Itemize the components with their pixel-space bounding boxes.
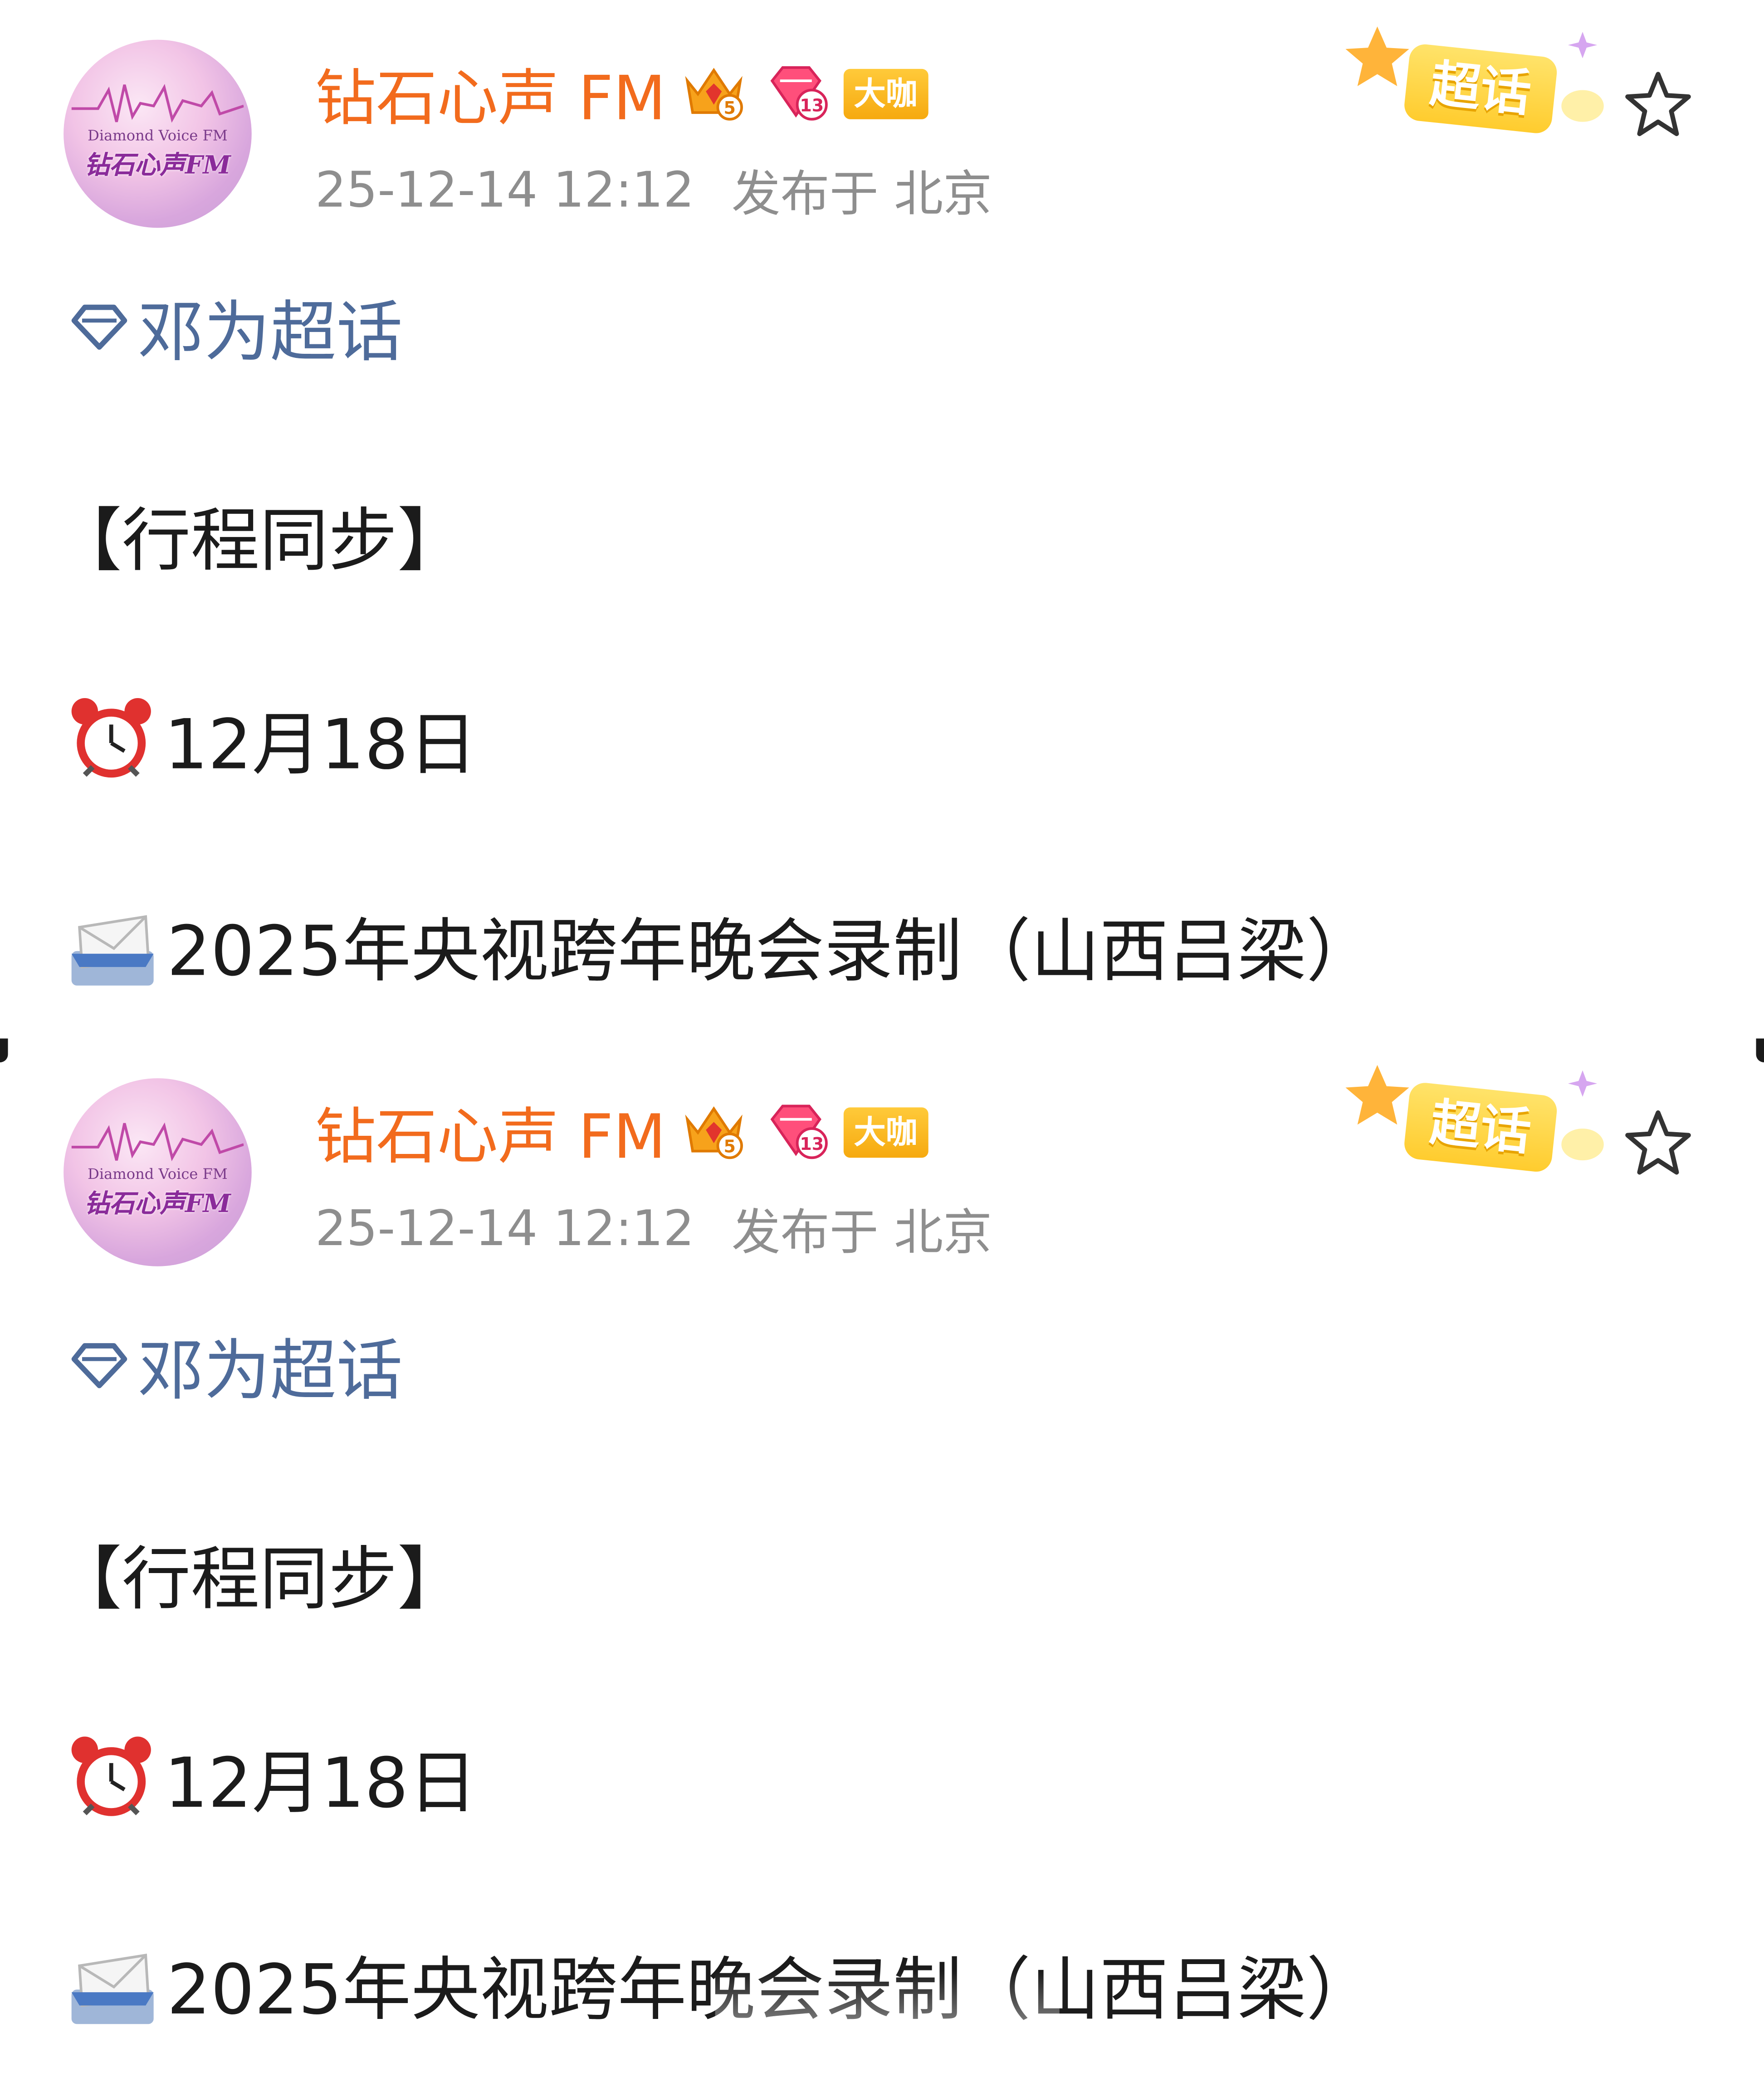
- diamond-badge-icon[interactable]: 13: [761, 57, 830, 132]
- role-badge: 大咖: [843, 1107, 928, 1158]
- post-meta: 25-12-14 12:12 发布于 北京: [315, 1195, 992, 1261]
- username[interactable]: 钻石心声 FM: [315, 1089, 666, 1176]
- avatar-caption: Diamond Voice FM: [88, 1165, 228, 1183]
- post-timestamp: 25-12-14 12:12: [315, 161, 694, 218]
- star-outline-icon[interactable]: [1618, 66, 1698, 146]
- crown-level: 5: [723, 1137, 735, 1157]
- post-heading: 【行程同步】: [53, 501, 466, 581]
- topic-label: 邓为超话: [137, 294, 403, 371]
- diamond-level: 13: [800, 1134, 824, 1154]
- avatar-logo-text: 钻石心声FM: [84, 151, 231, 181]
- diamond-badge-icon[interactable]: 13: [761, 1095, 830, 1170]
- post-date-line: 12月18日: [66, 691, 478, 785]
- star-outline-icon[interactable]: [1618, 1105, 1698, 1184]
- post-date: 12月18日: [164, 1744, 478, 1823]
- scroll-fade: [715, 1971, 1060, 2077]
- username[interactable]: 钻石心声 FM: [315, 50, 666, 138]
- waveform-icon: [71, 83, 244, 123]
- avatar-logo-text: 钻石心声FM: [84, 1189, 231, 1219]
- topic-label: 邓为超话: [137, 1332, 403, 1410]
- post-date: 12月18日: [164, 705, 478, 785]
- crown-icon[interactable]: 5: [679, 1095, 748, 1170]
- post-card: Diamond Voice FM 钻石心声FM 钻石心声 FM 5 13 大咖 …: [0, 0, 1764, 1039]
- crown-level: 5: [723, 98, 735, 118]
- avatar[interactable]: Diamond Voice FM 钻石心声FM: [64, 1078, 252, 1266]
- author-row: 钻石心声 FM 5 13 大咖: [315, 1091, 928, 1173]
- crown-icon[interactable]: 5: [679, 57, 748, 132]
- post-event: 2025年央视跨年晚会录制（山西吕梁）: [166, 912, 1375, 992]
- diamond-outline-icon: [71, 304, 127, 350]
- avatar[interactable]: Diamond Voice FM 钻石心声FM: [64, 39, 252, 228]
- topic-link[interactable]: 邓为超话: [66, 281, 403, 373]
- incoming-envelope-icon: [71, 915, 154, 986]
- screenshot-stage: Diamond Voice FM 钻石心声FM 钻石心声 FM 5 13 大咖 …: [0, 0, 1764, 2077]
- waveform-icon: [71, 1122, 244, 1162]
- post-timestamp: 25-12-14 12:12: [315, 1199, 694, 1256]
- divider-corner: [1756, 1038, 1764, 1063]
- post-event-line: 2025年央视跨年晚会录制（山西吕梁）: [66, 898, 1375, 992]
- diamond-level: 13: [800, 95, 824, 115]
- divider-corner: [0, 1038, 8, 1063]
- avatar-caption: Diamond Voice FM: [88, 127, 228, 145]
- post-card: Diamond Voice FM 钻石心声FM 钻石心声 FM 5 13 大咖 …: [0, 1038, 1764, 2077]
- alarm-clock-icon: [71, 1736, 151, 1816]
- post-location: 发布于 北京: [731, 166, 992, 223]
- topic-link[interactable]: 邓为超话: [66, 1320, 403, 1412]
- incoming-envelope-icon: [71, 1953, 154, 2024]
- alarm-clock-icon: [71, 698, 151, 778]
- post-meta: 25-12-14 12:12 发布于 北京: [315, 156, 992, 223]
- post-date-line: 12月18日: [66, 1730, 477, 1823]
- author-row: 钻石心声 FM 5 13 大咖: [315, 53, 928, 135]
- chaohua-sticker[interactable]: 超话: [1402, 43, 1559, 135]
- role-badge: 大咖: [843, 68, 928, 119]
- chaohua-sticker[interactable]: 超话: [1402, 1081, 1559, 1173]
- post-location: 发布于 北京: [731, 1204, 992, 1261]
- post-heading: 【行程同步】: [53, 1539, 466, 1620]
- diamond-outline-icon: [71, 1343, 127, 1388]
